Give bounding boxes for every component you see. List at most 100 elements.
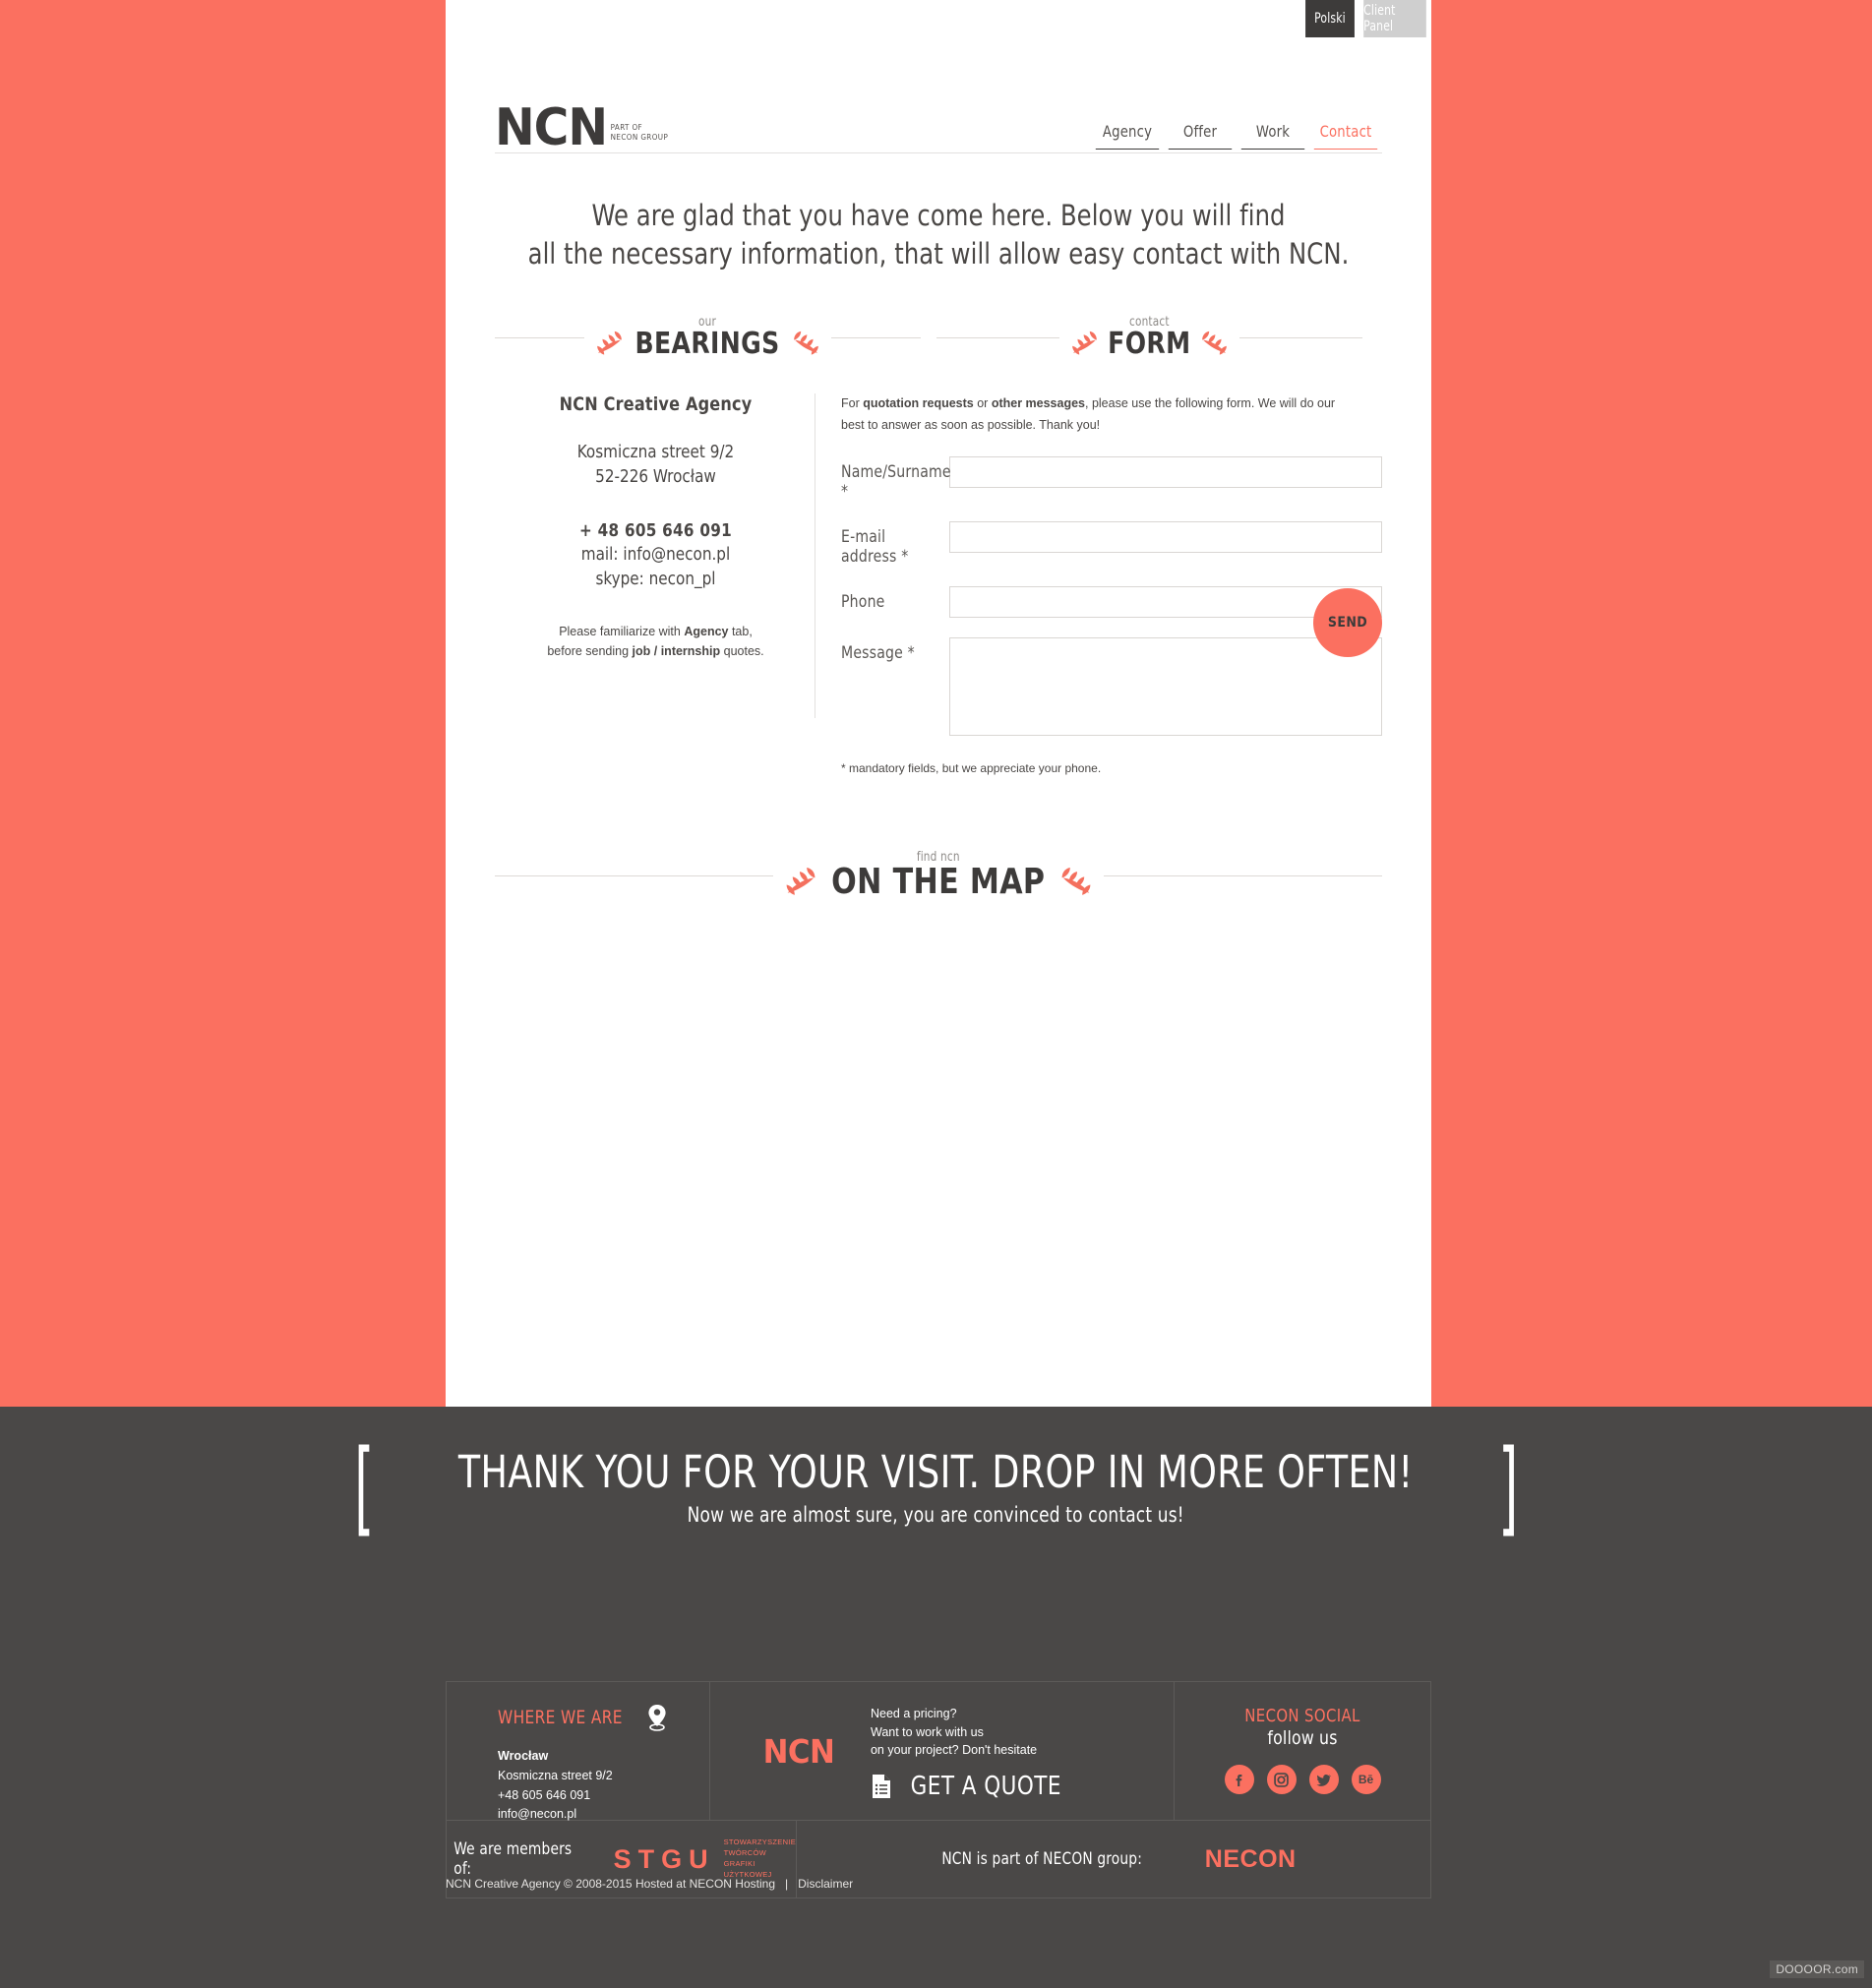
where-phone: +48 605 646 091 [498,1787,591,1802]
site-header: NCN PART OF NECON GROUP Agency Offer Wor… [446,61,1431,158]
section-header-center: contact FORM [1059,316,1239,360]
section-header-bearings: our BEARINGS [495,310,921,365]
form-row-email: E-mail address * [841,520,1382,567]
section-header-center: our BEARINGS [584,316,830,360]
note-job-text: job / internship [632,644,721,659]
disclaimer-link[interactable]: Disclaimer [798,1877,853,1891]
behance-icon[interactable]: Bē [1351,1765,1381,1794]
footer-grid: WHERE WE ARE Wrocław Kosmiczna street 9/… [446,1681,1431,1898]
rule-right [1103,874,1383,876]
instagram-icon[interactable] [1266,1765,1297,1794]
note-agency-link[interactable]: Agency [684,625,728,638]
note-text-d: before sending [547,644,633,659]
contact-form: For quotation requests or other messages… [841,393,1382,775]
thank-you-text: THANK YOU FOR YOUR VISIT. DROP IN MORE O… [405,1445,1466,1527]
label-email: E-mail address * [841,526,909,567]
facebook-icon[interactable] [1224,1765,1254,1794]
quote-line-2: Want to work with us [870,1724,984,1739]
rule-left [495,336,585,338]
thank-you-subline: Now we are almost sure, you are convince… [687,1502,1185,1527]
logo-subtitle: PART OF NECON GROUP [611,123,669,143]
nav-item-work[interactable]: Work [1239,122,1306,150]
language-switch-button[interactable]: Polski [1305,0,1355,37]
lead-c: or [973,396,992,410]
section-title: ON THE MAP [831,861,1046,902]
bracket-left: [ [354,1427,375,1547]
quote-lines: Need a pricing? Want to work with us on … [871,1705,1068,1760]
laurel-left-icon [786,868,815,896]
where-body: Wrocław Kosmiczna street 9/2 +48 605 646… [498,1747,709,1825]
company-name: NCN Creative Agency [559,393,753,415]
section-title-block: contact FORM [1105,316,1194,360]
members-label: We are members of: [453,1839,573,1879]
section-title-block: our BEARINGS [630,316,785,360]
twitter-icon[interactable] [1308,1765,1339,1794]
stgu-desc-line-1: STOWARZYSZENIE [723,1837,796,1847]
lead-a: For [841,396,864,410]
copyright-bar: NCN Creative Agency © 2008-2015 Hosted a… [446,1877,1431,1891]
social-subtitle: follow us [1267,1727,1338,1749]
logo-text: NCN [495,98,608,158]
stgu-logo[interactable]: STGU STOWARZYSZENIE TWÓRCÓW GRAFIKI UŻYT… [614,1837,796,1881]
company-contact: + 48 605 646 091 mail: info@necon.pl sky… [505,519,807,592]
note-text-c: tab, [728,625,753,639]
footer-where-we-are: WHERE WE ARE Wrocław Kosmiczna street 9/… [447,1682,710,1821]
quote-content: Need a pricing? Want to work with us on … [871,1701,1068,1801]
footer-quote-block: NCN Need a pricing? Want to work with us… [710,1682,1175,1820]
label-name: Name/Surname * [841,461,951,502]
necon-logo[interactable]: NECON [1205,1845,1297,1874]
section-header-form: contact FORM [936,310,1363,365]
form-row-name: Name/Surname * [841,455,1382,502]
laurel-left-icon [597,331,623,355]
where-title: WHERE WE ARE [498,1707,623,1728]
nav-item-agency[interactable]: Agency [1094,122,1161,150]
stgu-letters: STGU [613,1843,715,1874]
email-line[interactable]: mail: info@necon.pl [505,543,807,568]
address-line-2: 52-226 Wrocław [595,465,716,487]
rule-left [495,874,774,876]
map-pin-icon [648,1705,666,1731]
bracket-right: ] [1497,1427,1518,1547]
nav-item-contact[interactable]: Contact [1312,122,1379,150]
document-icon [872,1775,890,1799]
note-text-a: Please familiarize with [559,625,685,639]
client-panel-button[interactable]: Client Panel [1363,0,1426,37]
note-text-f: quotes. [720,644,764,659]
footer-top-row: WHERE WE ARE Wrocław Kosmiczna street 9/… [447,1682,1430,1821]
get-a-quote-button[interactable]: GET A QUOTE [871,1772,1068,1801]
name-input[interactable] [949,455,1382,488]
section-title: BEARINGS [634,326,781,361]
laurel-right-icon [1201,331,1227,355]
section-header-map: find ncn ON THE MAP [495,848,1383,903]
message-textarea[interactable] [949,636,1382,736]
laurel-right-icon [1061,868,1091,896]
skype-line[interactable]: skype: necon_pl [505,568,807,592]
rule-left [936,336,1060,338]
stgu-desc-line-2: TWÓRCÓW [723,1848,766,1858]
bearings-note: Please familiarize with Agency tab, befo… [495,622,816,661]
label-phone: Phone [841,591,885,612]
phone-number: + 48 605 646 091 [579,519,732,541]
where-email[interactable]: info@necon.pl [498,1805,709,1825]
thank-you-headline: THANK YOU FOR YOUR VISIT. DROP IN MORE O… [458,1445,1414,1498]
main-navigation: Agency Offer Work Contact [1091,122,1382,150]
section-title-block: find ncn ON THE MAP [823,851,1054,901]
watermark: DOOOOR.com [1770,1960,1864,1978]
send-button[interactable]: SEND [1313,588,1382,657]
form-lead-text: For quotation requests or other messages… [841,393,1360,437]
bearings-block: NCN Creative Agency Kosmiczna street 9/2… [495,393,816,661]
logo[interactable]: NCN PART OF NECON GROUP [495,98,669,158]
group-label: NCN is part of NECON group: [941,1849,1143,1869]
logo-subtitle-line2: NECON GROUP [610,133,669,142]
laurel-left-icon [1072,331,1098,355]
email-input[interactable] [949,520,1382,553]
nav-item-offer[interactable]: Offer [1167,122,1234,150]
social-title: NECON SOCIAL [1244,1706,1360,1726]
rule-right [1238,336,1363,338]
page-root: Polski Client Panel NCN PART OF NECON GR… [0,0,1872,1988]
laurel-right-icon [793,331,818,355]
rule-right [830,336,921,338]
get-a-quote-label: GET A QUOTE [910,1772,1061,1802]
social-icons-row: Bē [1175,1765,1430,1794]
copyright-text: NCN Creative Agency © 2008-2015 Hosted a… [446,1877,775,1891]
